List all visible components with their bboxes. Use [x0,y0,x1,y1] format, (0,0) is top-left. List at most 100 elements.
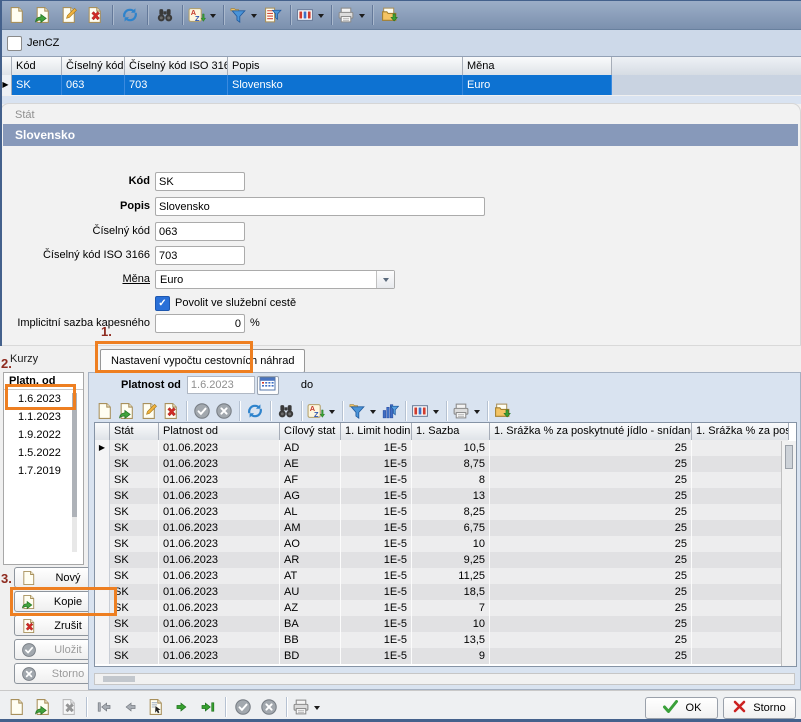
rates-cell[interactable] [692,520,789,536]
rates-cell[interactable]: 25 [490,616,692,632]
rates-cell[interactable]: 1E-5 [341,536,412,552]
countries-cell[interactable]: SK [12,75,62,95]
rates-cell[interactable]: 1E-5 [341,584,412,600]
rates-column-header[interactable]: Cílový stat [280,423,341,440]
print-button[interactable] [291,694,323,720]
rates-cell[interactable]: SK [110,488,159,504]
rates-cell[interactable]: 13,5 [412,632,490,648]
rates-cell[interactable]: 25 [490,504,692,520]
rates-cell[interactable]: 01.06.2023 [159,584,280,600]
rates-column-header[interactable]: 1. Sazba [412,423,490,440]
rates-cell[interactable]: SK [110,600,159,616]
rates-cell[interactable]: 1E-5 [341,472,412,488]
rates-cell[interactable]: SK [110,584,159,600]
rates-row[interactable]: SK01.06.2023AR1E-59,2525 [95,552,796,568]
sort-az-button[interactable]: AZ [187,2,219,28]
rates-column-header[interactable]: 1. Srážka % za pos [692,423,789,440]
nav-next-button[interactable] [169,694,195,720]
filter-settings-button[interactable] [260,2,286,28]
filter-chart-button[interactable] [379,400,401,422]
rates-cell[interactable]: 6,75 [412,520,490,536]
export-button[interactable] [492,400,514,422]
delete-record-button[interactable] [56,694,82,720]
rates-row[interactable]: ▶SK01.06.2023AD1E-510,525 [95,440,796,456]
new-document-button[interactable] [94,400,116,422]
rates-cell[interactable]: 1E-5 [341,648,412,664]
rates-cell[interactable]: 1E-5 [341,520,412,536]
rates-cell[interactable]: 9,25 [412,552,490,568]
rates-cell[interactable] [692,536,789,552]
nav-first-button[interactable] [91,694,117,720]
rates-cell[interactable]: AF [280,472,341,488]
rates-cell[interactable]: 01.06.2023 [159,504,280,520]
countries-cell[interactable]: Euro [463,75,612,95]
rates-row[interactable]: SK01.06.2023AT1E-511,2525 [95,568,796,584]
rates-cell[interactable]: BD [280,648,341,664]
rates-cell[interactable]: BB [280,632,341,648]
countries-cell[interactable]: Slovensko [228,75,463,95]
rates-cell[interactable]: SK [110,536,159,552]
countries-cell[interactable]: 063 [62,75,125,95]
rates-cell[interactable]: 25 [490,584,692,600]
delete-record-button[interactable] [160,400,182,422]
rates-cell[interactable] [692,552,789,568]
rates-cell[interactable] [692,568,789,584]
rates-column-header[interactable]: 1. Limit hodin [341,423,412,440]
rates-grid-vscrollbar[interactable] [781,441,796,666]
rates-cell[interactable]: 01.06.2023 [159,472,280,488]
kod-input[interactable] [155,172,245,191]
rates-cell[interactable]: 1E-5 [341,504,412,520]
rates-cell[interactable]: SK [110,568,159,584]
rates-cell[interactable]: 01.06.2023 [159,552,280,568]
rates-cell[interactable]: BA [280,616,341,632]
rates-cell[interactable]: SK [110,472,159,488]
new-document-button[interactable] [4,694,30,720]
rates-cell[interactable]: 11,25 [412,568,490,584]
rates-cell[interactable]: 25 [490,520,692,536]
apply-button[interactable] [230,694,256,720]
sort-az-button[interactable]: AZ [306,400,338,422]
date-list-scrollbar[interactable] [72,393,77,552]
rates-cell[interactable]: 18,5 [412,584,490,600]
rates-cell[interactable]: 25 [490,648,692,664]
rates-cell[interactable]: AM [280,520,341,536]
choose-columns-button[interactable] [295,2,327,28]
rates-row[interactable]: SK01.06.2023AG1E-51325 [95,488,796,504]
rates-column-header[interactable]: Platnost od [159,423,280,440]
rates-cell[interactable]: 1E-5 [341,552,412,568]
countries-column-header[interactable]: Popis [228,57,463,75]
povolit-checkbox[interactable]: ✓ [155,296,170,311]
copy-record-button[interactable] [116,400,138,422]
rates-cell[interactable]: SK [110,616,159,632]
rates-cell[interactable] [692,440,789,456]
rates-grid-hscrollbar[interactable] [94,673,795,685]
rates-cell[interactable]: SK [110,520,159,536]
apply-button[interactable] [191,400,213,422]
search-binoculars-button[interactable] [152,2,178,28]
iso-input[interactable] [155,246,245,265]
countries-cell[interactable]: 703 [125,75,228,95]
kapesne-input[interactable] [155,314,245,333]
view-record-button[interactable] [143,694,169,720]
rates-row[interactable]: SK01.06.2023AO1E-51025 [95,536,796,552]
rates-cell[interactable] [692,504,789,520]
rates-cell[interactable]: SK [110,632,159,648]
mena-select[interactable]: Euro [155,270,395,289]
rates-cell[interactable]: 01.06.2023 [159,632,280,648]
calendar-button[interactable] [257,376,279,395]
countries-column-header[interactable]: Měna [463,57,612,75]
rates-cell[interactable]: 01.06.2023 [159,488,280,504]
rates-column-header[interactable]: 1. Srážka % za poskytnuté jídlo - snídan… [490,423,692,440]
rates-cell[interactable]: AT [280,568,341,584]
print-button[interactable] [336,2,368,28]
rates-row[interactable]: SK01.06.2023BA1E-51025 [95,616,796,632]
copy-record-button[interactable] [30,2,56,28]
refresh-button[interactable] [244,400,266,422]
rates-cell[interactable]: 01.06.2023 [159,440,280,456]
rates-cell[interactable]: 01.06.2023 [159,648,280,664]
rates-cell[interactable]: 01.06.2023 [159,616,280,632]
rates-cell[interactable]: 7 [412,600,490,616]
rates-cell[interactable]: 25 [490,488,692,504]
rates-cell[interactable]: 9 [412,648,490,664]
rates-cell[interactable] [692,616,789,632]
